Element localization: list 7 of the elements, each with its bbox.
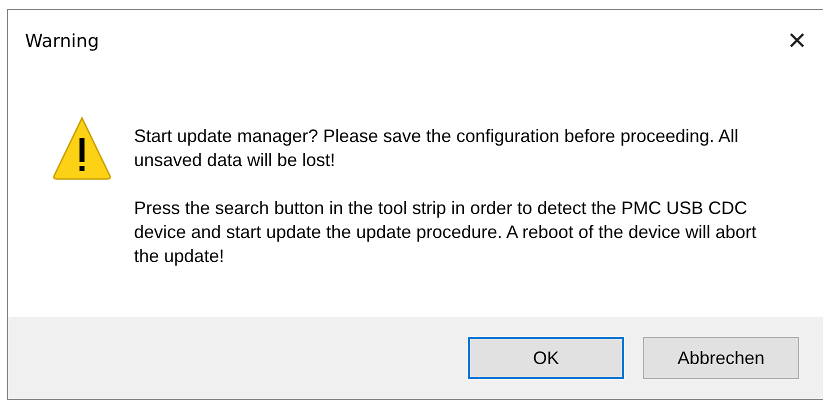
message-text: Press the search button in the tool strip in order to detect the PMC USB CDC device and start update the update procedure. A reboot of the device will abort the update! xyxy=(134,197,758,268)
cancel-button[interactable]: Abbrechen xyxy=(643,337,799,379)
ok-button[interactable]: OK xyxy=(468,337,624,379)
message-text: Start update manager? Please save the configuration before proceeding. All unsaved data will be lost! xyxy=(134,125,740,172)
close-button[interactable]: ✕ xyxy=(777,27,817,55)
warning-icon xyxy=(52,116,112,180)
window-title: Warning xyxy=(25,30,100,52)
